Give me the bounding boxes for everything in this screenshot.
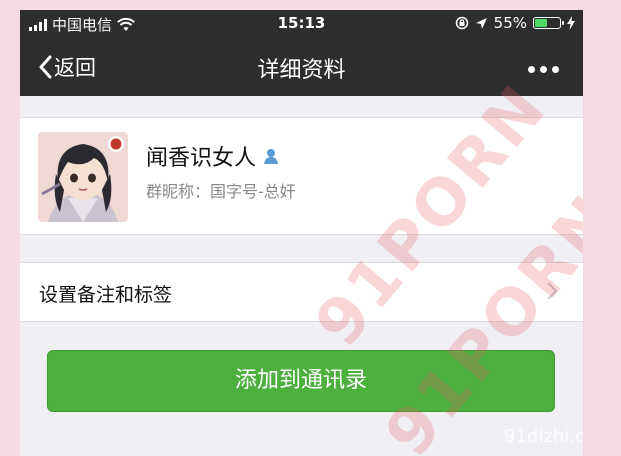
location-icon — [475, 17, 487, 29]
battery-icon — [533, 17, 564, 29]
status-right: 55% — [455, 14, 575, 32]
phone-screen: 中国电信 15:13 55% 返回 详细资料 闻香识女人 群昵称：国字号-总奸 … — [20, 10, 583, 456]
person-badge-icon — [264, 149, 279, 164]
rotation-lock-icon — [455, 16, 468, 30]
name-row: 闻香识女人 — [146, 140, 280, 172]
avatar[interactable] — [38, 132, 128, 222]
battery-percent: 55% — [493, 14, 527, 32]
watermark-site: 91dizhi.com — [504, 426, 583, 447]
remark-label: 设置备注和标签 — [39, 284, 173, 306]
battery-fill — [535, 19, 547, 27]
contact-name: 闻香识女人 — [146, 146, 257, 171]
ellipsis-icon[interactable] — [528, 66, 559, 73]
charging-icon — [567, 16, 575, 30]
status-bar: 中国电信 15:13 55% — [20, 10, 583, 38]
group-nickname: 群昵称：国字号-总奸 — [146, 182, 296, 201]
